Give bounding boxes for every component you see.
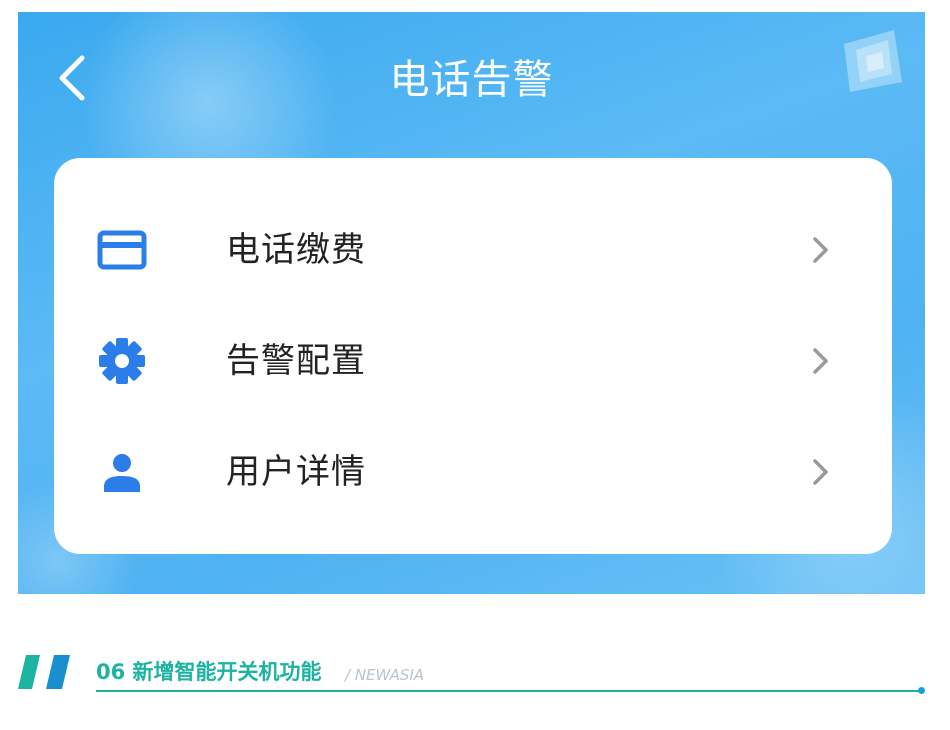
chevron-right-icon [813, 348, 828, 374]
section-marker-icon [18, 655, 70, 689]
menu-card: 电话缴费 告警配置 用户详情 [54, 158, 892, 554]
chevron-right-icon [813, 237, 828, 263]
menu-item-phone-payment[interactable]: 电话缴费 [54, 202, 892, 298]
section-subtitle: / NEWASIA [345, 666, 425, 684]
gear-icon [94, 335, 150, 387]
menu-item-label: 电话缴费 [226, 230, 366, 270]
section-title: 06 新增智能开关机功能 [96, 660, 322, 684]
menu-item-alarm-config[interactable]: 告警配置 [54, 313, 892, 409]
credit-card-icon [94, 224, 150, 276]
menu-item-label: 用户详情 [226, 452, 366, 492]
menu-item-label: 告警配置 [226, 341, 366, 381]
menu-item-user-details[interactable]: 用户详情 [54, 424, 892, 520]
chevron-right-icon [813, 459, 828, 485]
section-divider [96, 690, 920, 692]
user-icon [94, 446, 150, 498]
divider-end-dot [918, 687, 925, 694]
page-title: 电话告警 [389, 57, 554, 103]
app-screen: 电话告警 电话缴费 告警配置 用户详情 [18, 12, 925, 594]
